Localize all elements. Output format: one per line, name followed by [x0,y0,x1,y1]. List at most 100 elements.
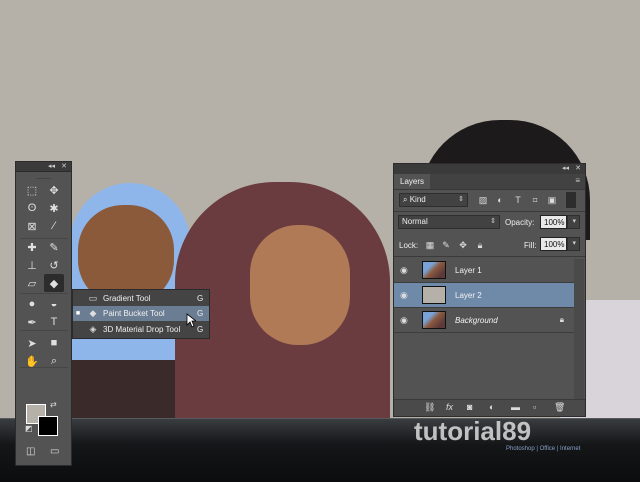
chevron-updown-icon: ⇕ [458,196,464,203]
layer-thumbnail [422,286,446,304]
opacity-label: Opacity: [505,218,535,227]
crop-icon[interactable]: ⊠ [22,217,42,235]
paint-bucket-icon: ◆ [89,308,97,318]
divider [394,256,585,257]
move-icon[interactable]: ✥ [44,181,64,199]
trash-icon[interactable]: 🗑︎ [554,402,565,413]
rectangle-shape-icon[interactable]: ■ [44,334,64,352]
filter-kind-dropdown[interactable]: ⌕ Kind ⇕ [399,193,468,207]
layer-row-layer-1[interactable]: ◉ Layer 1 [394,258,574,283]
layer-row-layer-2[interactable]: ◉ Layer 2 [394,283,574,308]
layer-thumbnail [422,261,446,279]
spot-healing-icon[interactable]: ✚ [22,238,42,256]
tool-separator [20,367,68,368]
layer-name[interactable]: Layer 1 [455,266,482,275]
panel-menu-icon[interactable]: ≡ [575,176,580,185]
close-icon[interactable]: ✕ [575,164,581,174]
blend-mode-dropdown[interactable]: Normal ⇕ [398,215,500,229]
mouse-cursor-icon [186,313,196,328]
mask-icon[interactable]: ◙ [467,402,472,412]
layer-name[interactable]: Layer 2 [455,291,482,300]
layers-scrollbar[interactable] [574,259,584,402]
gradient-icon: ▭ [88,293,98,303]
layer-row-background[interactable]: ◉ Background 🔒︎ [394,308,574,333]
tool-separator [20,330,68,331]
lock-all-icon[interactable]: 🔒︎ [473,238,487,252]
filter-adjustment-icon[interactable]: ◐ [493,193,507,207]
lock-image-pixels-icon[interactable]: ✎ [439,238,453,252]
default-colors-icon[interactable]: ◩ [25,424,33,433]
filter-toggle[interactable] [566,192,576,208]
swap-colors-icon[interactable]: ⇄ [50,400,57,409]
layer-name[interactable]: Background [455,316,498,325]
link-icon[interactable]: ⛓ [424,402,435,413]
opacity-input[interactable]: 100% [540,215,567,229]
eyedropper-icon[interactable]: ⁄ [44,217,64,235]
flyout-bullet: ■ [75,310,81,317]
quick-mask-icon[interactable]: ◫ [26,446,35,457]
visibility-eye-icon[interactable]: ◉ [400,315,408,326]
filter-shape-icon[interactable]: ⌗ [528,193,542,207]
chevron-down-icon: ▾ [572,218,576,225]
fill-slider-button[interactable]: ▾ [567,237,580,251]
new-layer-icon[interactable]: ▫ [533,402,536,412]
lock-label: Lock: [399,241,419,250]
chevron-down-icon: ▾ [572,240,576,247]
visibility-eye-icon[interactable]: ◉ [400,290,408,301]
flyout-item-gradient[interactable]: ▭ Gradient Tool G [73,291,209,306]
blur-icon[interactable]: ● [22,295,42,313]
rect-marquee-icon[interactable]: ⬚ [22,181,42,199]
layers-panel-titlebar[interactable]: ◂◂ ✕ [394,164,585,174]
divider [394,211,585,212]
layers-panel: ◂◂ ✕ Layers ≡ ⌕ Kind ⇕ ▨ ◐ T ⌗ ▣ Normal … [393,163,586,417]
layer-thumbnail [422,311,446,329]
history-brush-icon[interactable]: ↺ [44,256,64,274]
visibility-eye-icon[interactable]: ◉ [400,265,408,276]
filter-pixel-icon[interactable]: ▨ [476,193,490,207]
filter-kind-label: Kind [409,195,426,204]
watermark-tagline: Photoshop | Office | Internet [506,446,581,452]
panel-grip[interactable] [36,172,51,179]
background-color-swatch[interactable] [38,416,58,436]
tool-separator [20,293,68,294]
clone-stamp-icon[interactable]: ⊥ [22,256,42,274]
flyout-item-shortcut: G [197,309,204,318]
tool-separator [20,238,68,239]
magic-wand-icon[interactable]: ✱ [44,199,64,217]
type-icon[interactable]: T [44,313,64,331]
flyout-item-label: Gradient Tool [103,294,151,303]
path-selection-icon[interactable]: ➤ [22,334,42,352]
opacity-slider-button[interactable]: ▾ [567,215,580,229]
fill-input[interactable]: 100% [540,237,567,251]
eraser-icon[interactable]: ▱ [22,274,42,292]
search-icon: ⌕ [403,195,408,204]
adjustment-icon[interactable]: ◐ [489,402,494,412]
folder-icon[interactable]: ▬ [511,402,520,412]
filter-smart-object-icon[interactable]: ▣ [545,193,559,207]
lock-transparent-pixels-icon[interactable]: ▦ [423,238,437,252]
close-icon[interactable]: ✕ [61,162,67,171]
flyout-item-label: 3D Material Drop Tool [103,325,181,334]
flyout-item-shortcut: G [197,294,204,303]
panel-tab-row: Layers ≡ [394,174,585,190]
pen-icon[interactable]: ✒ [22,313,42,331]
3d-material-drop-icon: ◈ [89,324,97,334]
paint-bucket-icon[interactable]: ◆ [44,274,64,292]
tools-panel-titlebar[interactable]: ◂◂ ✕ [16,162,71,172]
blend-mode-value: Normal [402,217,428,226]
fx-icon[interactable]: fx [446,402,453,412]
watermark-logo: tutorial89 [414,416,532,446]
flyout-item-shortcut: G [197,325,204,334]
collapse-icon[interactable]: ◂◂ [562,164,569,174]
screen-mode-icon[interactable]: ▭ [50,446,59,457]
lock-icon: 🔒︎ [559,315,564,324]
dodge-icon[interactable]: ◒ [44,295,64,313]
chevron-updown-icon: ⇕ [490,218,496,225]
filter-type-icon[interactable]: T [511,193,525,207]
lasso-icon[interactable]: ʘ [22,199,42,217]
collapse-icon[interactable]: ◂◂ [48,162,55,171]
tab-layers[interactable]: Layers [394,174,431,189]
person-center-face [250,225,350,345]
brush-icon[interactable]: ✎ [44,238,64,256]
lock-position-icon[interactable]: ✥ [456,238,470,252]
